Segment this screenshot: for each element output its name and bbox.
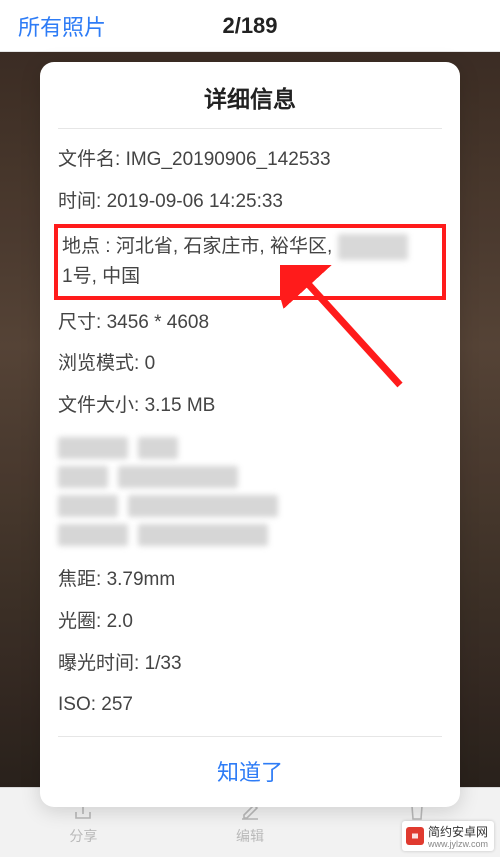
browse-mode-value: 0 <box>145 353 156 374</box>
location-value-2: 1号, 中国 <box>62 266 140 287</box>
filesize-label: 文件大小: <box>58 395 139 416</box>
location-value-1: 河北省, 石家庄市, 裕华区, <box>116 236 332 257</box>
watermark: 简约安卓网 www.jylzw.com <box>402 821 494 851</box>
location-label: 地点 : <box>62 236 111 257</box>
info-path: 路径: 手机存储/相机/ IMG_20190906_142533.jpg <box>58 726 442 736</box>
filename-label: 文件名: <box>58 149 120 170</box>
filesize-value: 3.15 MB <box>145 395 216 416</box>
info-iso: ISO: 257 <box>58 684 442 726</box>
info-time: 时间: 2019-09-06 14:25:33 <box>58 181 442 223</box>
aperture-value: 2.0 <box>107 611 133 632</box>
exposure-value: 1/33 <box>145 653 182 674</box>
info-aperture: 光圈: 2.0 <box>58 601 442 643</box>
redacted-line <box>58 466 442 488</box>
dimensions-value: 3456 * 4608 <box>107 312 210 333</box>
watermark-url: www.jylzw.com <box>428 839 488 849</box>
watermark-icon <box>406 827 424 845</box>
filename-value: IMG_20190906_142533 <box>126 149 331 170</box>
ok-button[interactable]: 知道了 <box>217 755 283 787</box>
iso-label: ISO: <box>58 694 96 715</box>
redacted-line <box>58 437 442 459</box>
time-label: 时间: <box>58 191 101 212</box>
redacted-street: xxxx <box>338 234 408 260</box>
aperture-label: 光圈: <box>58 611 101 632</box>
focal-label: 焦距: <box>58 569 101 590</box>
details-modal: 详细信息 文件名: IMG_20190906_142533 时间: 2019-0… <box>40 62 460 807</box>
modal-footer: 知道了 <box>58 736 442 807</box>
dimensions-label: 尺寸: <box>58 312 101 333</box>
info-location: 地点 : 河北省, 石家庄市, 裕华区, xxxx <box>62 232 438 262</box>
modal-title: 详细信息 <box>40 62 460 128</box>
redacted-line <box>58 495 442 517</box>
location-highlight: 地点 : 河北省, 石家庄市, 裕华区, xxxx 1号, 中国 <box>54 224 446 299</box>
modal-body: 文件名: IMG_20190906_142533 时间: 2019-09-06 … <box>40 129 460 736</box>
focal-value: 3.79mm <box>107 569 176 590</box>
info-exposure: 曝光时间: 1/33 <box>58 643 442 685</box>
info-dimensions: 尺寸: 3456 * 4608 <box>58 302 442 344</box>
redacted-block <box>58 426 442 559</box>
redacted-line <box>58 524 442 546</box>
watermark-name: 简约安卓网 <box>428 825 488 839</box>
time-value: 2019-09-06 14:25:33 <box>107 191 283 212</box>
info-location-2: 1号, 中国 <box>62 262 438 292</box>
info-filename: 文件名: IMG_20190906_142533 <box>58 139 442 181</box>
app-header: 所有照片 2/189 <box>0 0 500 52</box>
photo-counter: 2/189 <box>222 13 277 39</box>
back-button[interactable]: 所有照片 <box>0 10 106 42</box>
info-browse-mode: 浏览模式: 0 <box>58 343 442 385</box>
iso-value: 257 <box>101 694 133 715</box>
exposure-label: 曝光时间: <box>58 653 139 674</box>
browse-mode-label: 浏览模式: <box>58 353 139 374</box>
info-filesize: 文件大小: 3.15 MB <box>58 385 442 427</box>
info-focal: 焦距: 3.79mm <box>58 559 442 601</box>
